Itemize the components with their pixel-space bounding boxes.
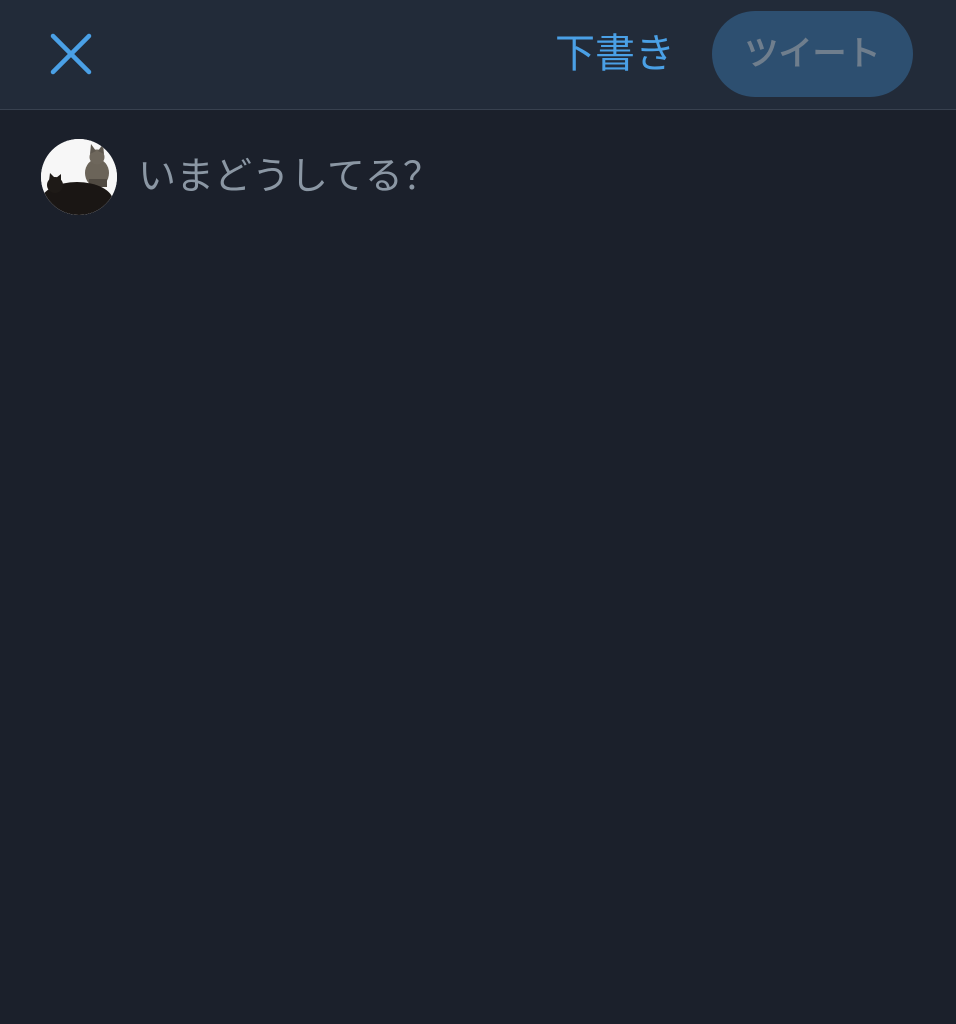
close-button[interactable] (36, 20, 106, 90)
compose-tweet-screen: 下書き ツイート (0, 0, 956, 1024)
close-icon (50, 33, 92, 75)
tweet-text-input[interactable] (138, 146, 918, 206)
user-avatar-cat-icon (41, 139, 117, 215)
tweet-button[interactable]: ツイート (712, 11, 913, 97)
compose-area (0, 110, 956, 1024)
avatar[interactable] (41, 139, 117, 215)
drafts-button[interactable]: 下書き (555, 24, 675, 84)
compose-header: 下書き ツイート (0, 0, 956, 110)
